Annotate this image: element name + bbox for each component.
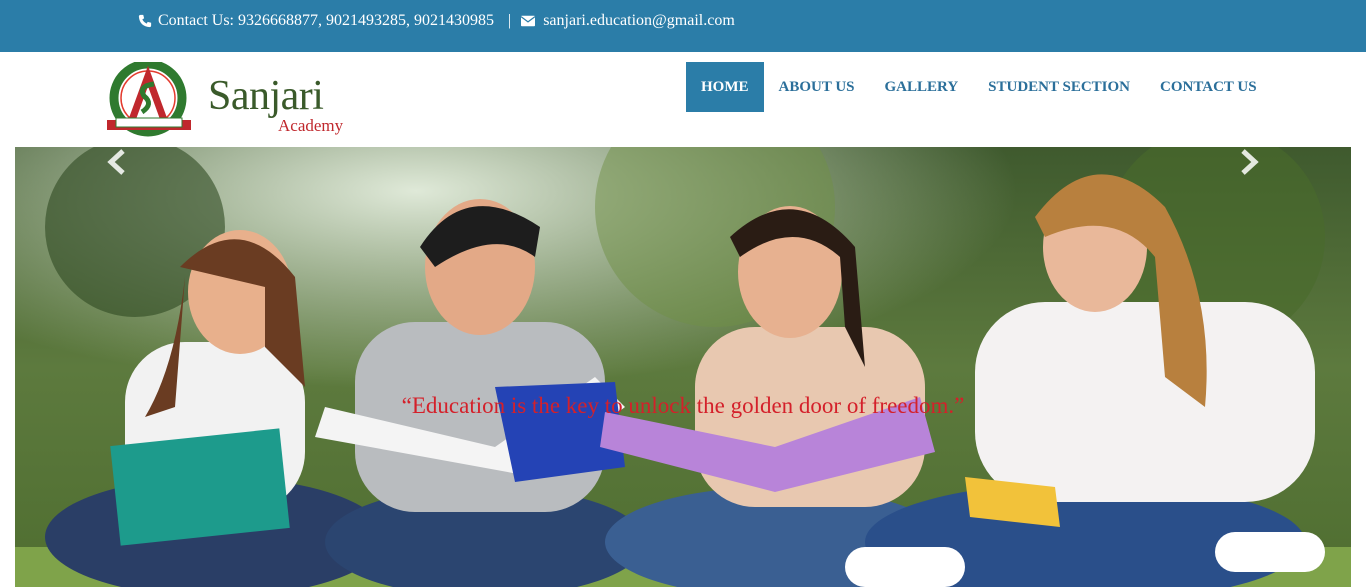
hero-image — [15, 147, 1351, 587]
emblem-icon — [107, 62, 191, 137]
envelope-icon — [521, 15, 536, 27]
nav-student-section[interactable]: STUDENT SECTION — [973, 62, 1145, 112]
nav-contact-us[interactable]: CONTACT US — [1145, 62, 1272, 112]
top-contact-bar: Contact Us: 9326668877, 9021493285, 9021… — [0, 0, 1366, 52]
nav-about-us[interactable]: ABOUT US — [764, 62, 870, 112]
main-nav: HOME ABOUT US GALLERY STUDENT SECTION CO… — [686, 62, 1272, 112]
brand-name: Sanjari — [208, 73, 324, 119]
chevron-right-icon[interactable] — [1233, 147, 1263, 177]
nav-home[interactable]: HOME — [686, 62, 764, 112]
nav-gallery[interactable]: GALLERY — [870, 62, 974, 112]
hero-caption: “Education is the key to unlock the gold… — [401, 393, 965, 418]
site-logo[interactable]: Sanjari Academy — [102, 62, 362, 142]
contact-separator: | — [508, 12, 512, 29]
contact-numbers: Contact Us: 9326668877, 9021493285, 9021… — [158, 12, 494, 29]
phone-icon — [138, 14, 152, 28]
chevron-left-icon[interactable] — [103, 147, 133, 177]
hero-carousel: “Education is the key to unlock the gold… — [15, 147, 1351, 587]
site-header: Sanjari Academy HOME ABOUT US GALLERY ST… — [0, 52, 1366, 147]
contact-email[interactable]: sanjari.education@gmail.com — [543, 12, 735, 30]
brand-sub: Academy — [278, 116, 344, 135]
contact-info: Contact Us: 9326668877, 9021493285, 9021… — [138, 12, 735, 30]
